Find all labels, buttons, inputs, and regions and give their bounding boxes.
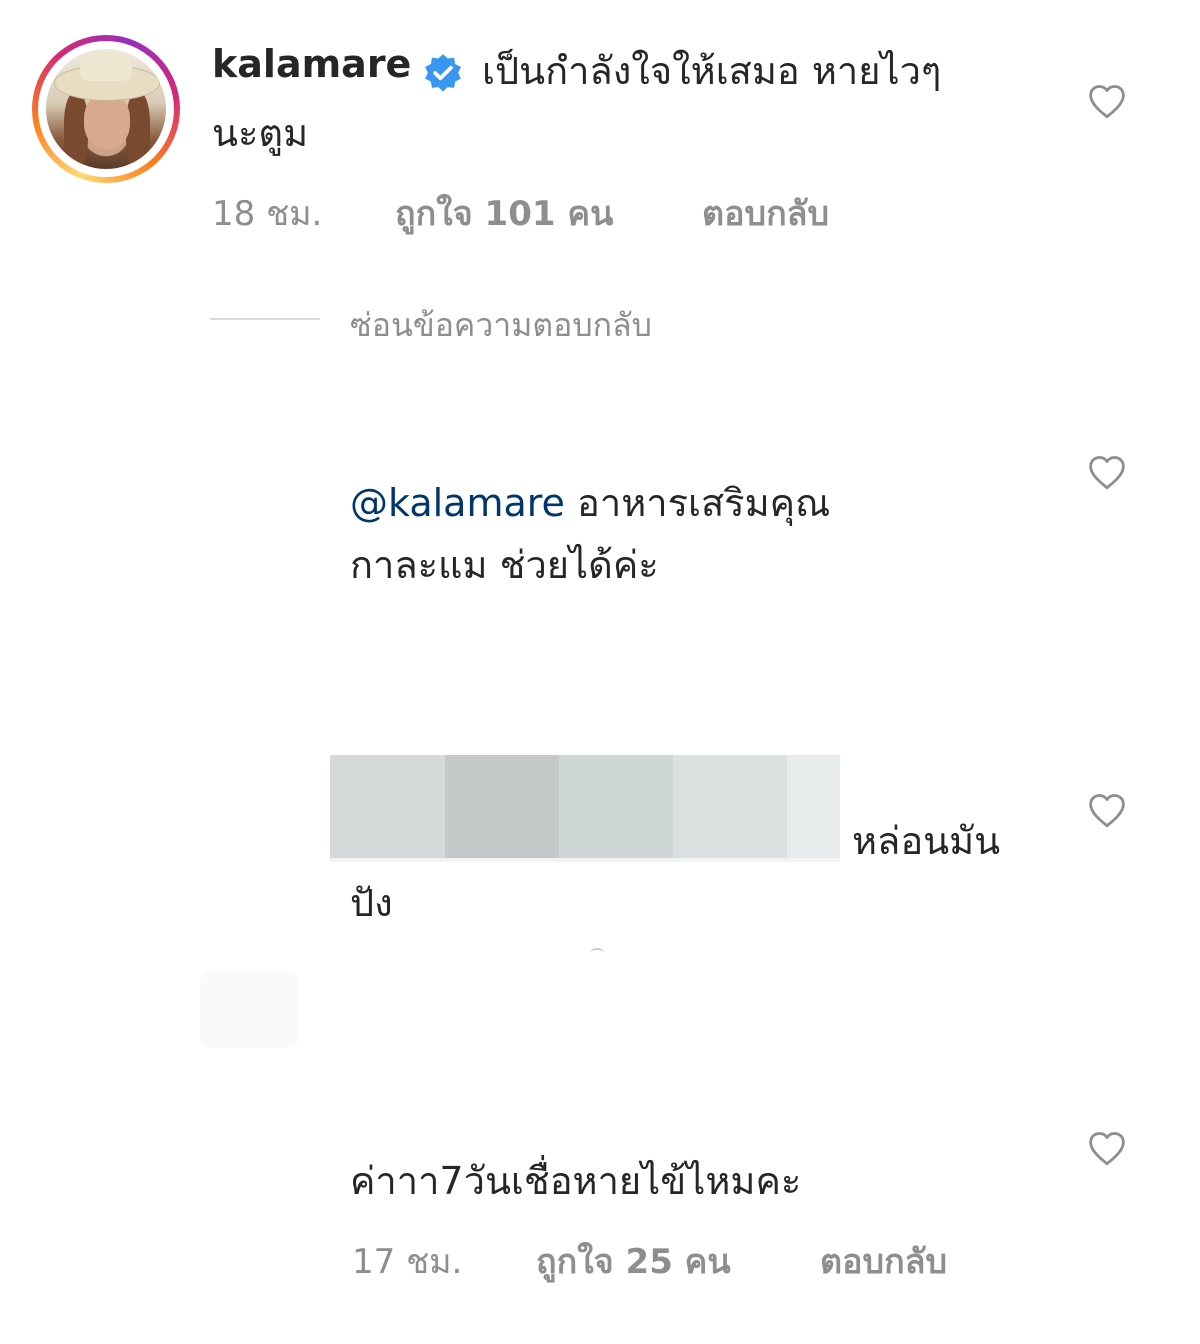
reply2-text-line1-end: หล่อนมัน xyxy=(852,819,1001,863)
erased-avatar-area xyxy=(200,972,298,1048)
comment-reply-button[interactable]: ตอบกลับ xyxy=(702,186,829,240)
reply1-text-rest: อาหารเสริมคุณ xyxy=(577,481,831,525)
heart-icon[interactable] xyxy=(1087,1131,1127,1167)
comment-text-line1: เป็นกำลังใจให้เสมอ หายไวๆ xyxy=(482,49,942,93)
heart-icon[interactable] xyxy=(1087,84,1127,120)
reply1-text-line1: @kalamare อาหารเสริมคุณ xyxy=(350,472,830,534)
avatar-hat-crown xyxy=(80,51,132,81)
erased-mark xyxy=(590,948,604,958)
censor-block xyxy=(559,755,673,858)
censor-block xyxy=(330,755,445,858)
censor-edge xyxy=(330,858,840,862)
reply3-text: ค่าาา7วันเชื่อหายไข้ไหมคะ xyxy=(350,1159,802,1203)
censor-block xyxy=(673,755,787,858)
avatar-face xyxy=(84,93,130,149)
hide-replies-divider xyxy=(210,318,320,320)
reply3-likes-link[interactable]: ถูกใจ 25 คน xyxy=(536,1234,731,1288)
comment-username[interactable]: kalamare xyxy=(212,42,411,86)
hide-replies-button[interactable]: ซ่อนข้อความตอบกลับ xyxy=(350,300,652,351)
reply2-text-line2: ปัง xyxy=(350,881,393,925)
reply3-reply-button[interactable]: ตอบกลับ xyxy=(820,1234,947,1288)
comment-time: 18 ชม. xyxy=(212,194,323,234)
avatar-hair-right xyxy=(126,93,150,169)
avatar-story-ring[interactable] xyxy=(32,35,180,183)
heart-icon[interactable] xyxy=(1087,793,1127,829)
verified-badge-icon xyxy=(425,54,461,92)
censor-block xyxy=(445,755,559,858)
reply1-text-line2: กาละแม ช่วยได้ค่ะ xyxy=(350,543,659,587)
avatar xyxy=(46,49,166,169)
comment-likes-link[interactable]: ถูกใจ 101 คน xyxy=(395,186,613,240)
censor-block xyxy=(787,755,840,858)
heart-icon[interactable] xyxy=(1087,455,1127,491)
mention-link[interactable]: @kalamare xyxy=(350,481,565,525)
comment-text-line2: นะตูม xyxy=(212,111,309,155)
reply3-time: 17 ชม. xyxy=(352,1242,463,1282)
